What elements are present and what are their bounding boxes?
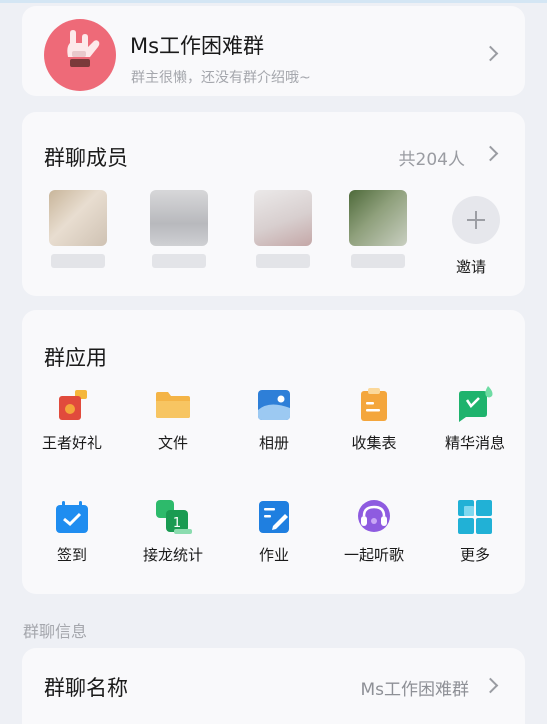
member-name-placeholder (152, 254, 206, 268)
member-name-placeholder (351, 254, 405, 268)
member-avatar (254, 190, 312, 246)
app-label: 相册 (258, 434, 289, 452)
group-description: 群主很懒，还没有群介绍哦~ (131, 70, 311, 86)
members-section-title: 群聊成员 (44, 146, 128, 170)
app-label: 更多 (459, 546, 490, 564)
group-info-section-label: 群聊信息 (23, 622, 88, 641)
group-apps-card: 群应用 王者好礼 文件 相册 收集表 精华消息 签到 1 接龙统计 作业 一起听… (22, 310, 525, 594)
chevron-right-icon (482, 45, 499, 62)
app-honor-of-kings-gift[interactable]: 王者好礼 (22, 386, 122, 476)
members-card: 群聊成员 共204人 邀请 (22, 112, 525, 296)
apps-section-title: 群应用 (44, 346, 107, 370)
member-name-placeholder (51, 254, 105, 268)
clipboard-icon (361, 388, 387, 421)
member-avatar-item[interactable] (45, 182, 111, 272)
app-collection-form[interactable]: 收集表 (324, 386, 424, 476)
homework-icon (259, 501, 289, 533)
app-relay-statistics[interactable]: 1 接龙统计 (123, 498, 223, 588)
member-avatar-item[interactable] (146, 182, 212, 272)
relay-stats-icon: 1 (156, 500, 192, 534)
top-edge-divider (0, 0, 547, 3)
app-album[interactable]: 相册 (224, 386, 324, 476)
app-label: 王者好礼 (41, 434, 102, 452)
member-avatar (150, 190, 208, 246)
member-name-placeholder (256, 254, 310, 268)
member-count[interactable]: 共204人 (399, 145, 465, 170)
member-avatar-item[interactable] (345, 182, 411, 272)
gift-icon (59, 390, 87, 420)
app-label: 作业 (258, 546, 289, 564)
more-grid-icon (458, 500, 492, 534)
essence-message-icon (459, 386, 493, 422)
app-label: 收集表 (351, 434, 397, 452)
member-avatar (49, 190, 107, 246)
listen-together-icon (358, 500, 390, 532)
invite-label[interactable]: 邀请 (456, 256, 486, 277)
svg-text:1: 1 (173, 516, 181, 531)
album-icon (258, 390, 290, 420)
group-avatar[interactable] (44, 19, 116, 91)
app-label: 精华消息 (444, 434, 505, 452)
app-label: 一起听歌 (343, 546, 404, 564)
chevron-right-icon (482, 677, 499, 694)
calendar-check-icon (56, 501, 88, 533)
app-essence-messages[interactable]: 精华消息 (425, 386, 525, 476)
app-label: 签到 (56, 546, 87, 564)
app-files[interactable]: 文件 (123, 386, 223, 476)
group-title: Ms工作困难群 (130, 34, 265, 58)
member-avatar-item[interactable] (250, 182, 316, 272)
app-check-in[interactable]: 签到 (22, 498, 122, 588)
invite-button[interactable] (452, 196, 500, 244)
group-profile-card[interactable]: Ms工作困难群 群主很懒，还没有群介绍哦~ (22, 6, 525, 96)
group-name-label: 群聊名称 (44, 676, 128, 700)
app-more[interactable]: 更多 (425, 498, 525, 588)
hand-gesture-icon (67, 30, 100, 67)
chevron-right-icon[interactable] (482, 145, 499, 162)
group-name-row[interactable]: 群聊名称 Ms工作困难群 (22, 648, 525, 724)
app-label: 接龙统计 (142, 546, 203, 564)
folder-icon (156, 392, 190, 418)
app-label: 文件 (157, 434, 188, 452)
app-homework[interactable]: 作业 (224, 498, 324, 588)
app-listen-together[interactable]: 一起听歌 (324, 498, 424, 588)
member-avatar (349, 190, 407, 246)
group-name-value: Ms工作困难群 (360, 680, 469, 700)
